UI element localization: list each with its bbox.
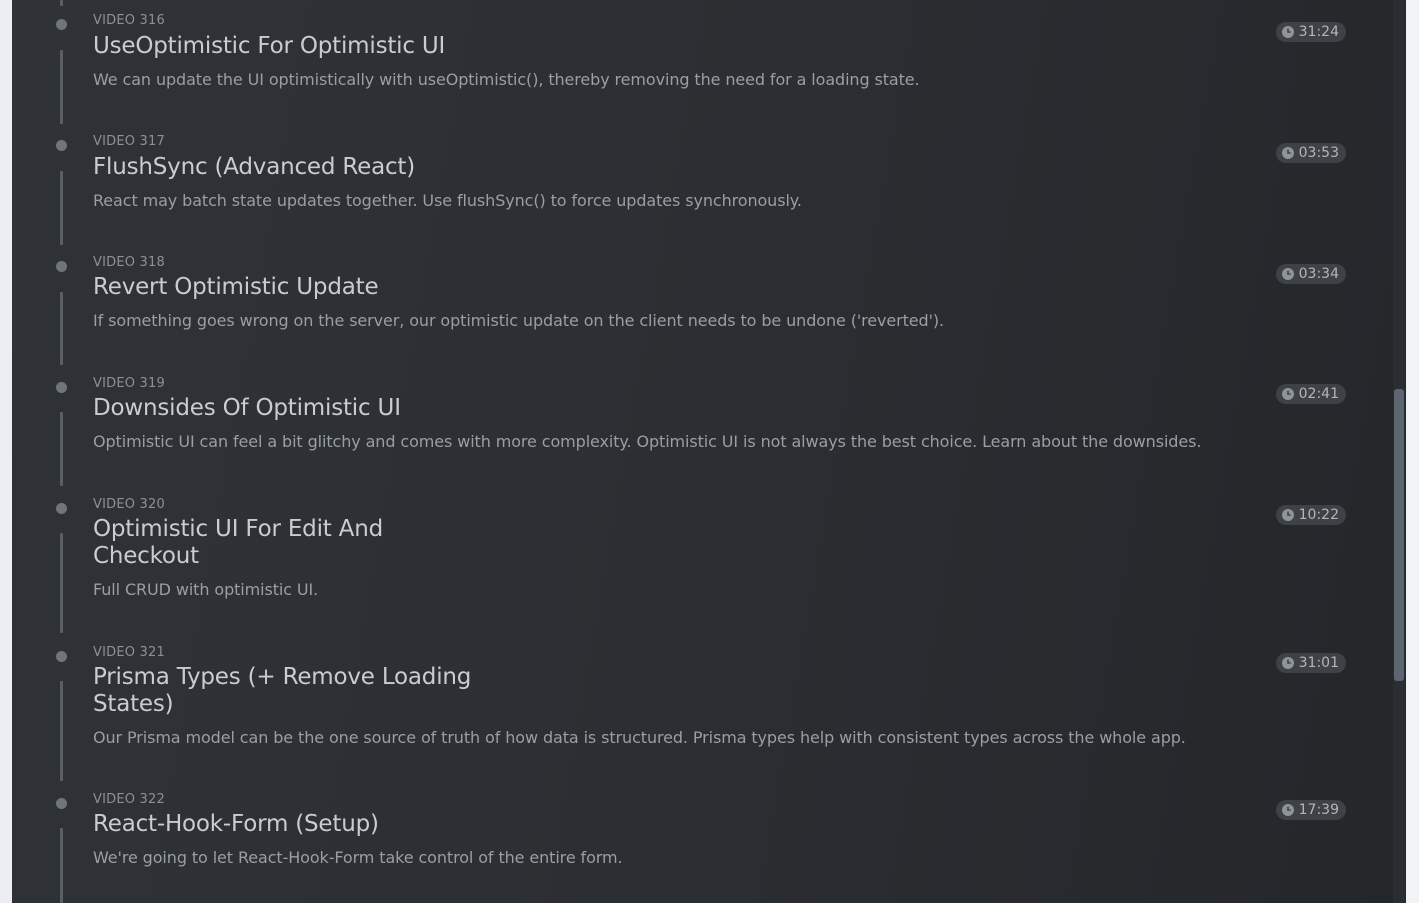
duration-text: 03:34	[1298, 266, 1339, 282]
video-number-label: VIDEO 319	[93, 376, 165, 391]
video-number-label: VIDEO 321	[93, 645, 165, 660]
clock-icon	[1281, 388, 1294, 400]
timeline-dot-icon	[56, 798, 67, 809]
timeline-dot-icon	[56, 261, 67, 272]
duration-badge: 03:53	[1275, 143, 1346, 163]
video-description: Our Prisma model can be the one source o…	[93, 728, 1186, 747]
page-edge	[1406, 0, 1419, 903]
duration-text: 10:22	[1298, 507, 1339, 523]
video-title[interactable]: Prisma Types (+ Remove Loading States)	[93, 664, 483, 718]
clock-icon	[1281, 147, 1294, 159]
video-description: We're going to let React-Hook-Form take …	[93, 848, 623, 867]
clock-icon	[1281, 509, 1294, 521]
video-number-label: VIDEO 320	[93, 497, 165, 512]
timeline-dot-icon	[56, 140, 67, 151]
duration-text: 31:01	[1298, 655, 1339, 671]
duration-badge: 17:39	[1275, 800, 1346, 820]
clock-icon	[1281, 657, 1294, 669]
video-item[interactable]: VIDEO 320 Optimistic UI For Edit And Che…	[12, 484, 1392, 634]
timeline-line	[60, 0, 63, 6]
duration-badge: 31:24	[1275, 22, 1346, 42]
timeline-line	[60, 681, 63, 781]
video-title[interactable]: UseOptimistic For Optimistic UI	[93, 33, 493, 60]
clock-icon	[1281, 268, 1294, 280]
video-item[interactable]: VIDEO 316 UseOptimistic For Optimistic U…	[12, 0, 1392, 125]
video-title[interactable]: Revert Optimistic Update	[93, 274, 493, 301]
video-title[interactable]: React-Hook-Form (Setup)	[93, 811, 493, 838]
timeline-line	[60, 292, 63, 365]
duration-badge: 31:01	[1275, 653, 1346, 673]
duration-text: 17:39	[1298, 802, 1339, 818]
video-number-label: VIDEO 322	[93, 792, 165, 807]
video-description: If something goes wrong on the server, o…	[93, 311, 945, 330]
video-item[interactable]: VIDEO 318 Revert Optimistic Update If so…	[12, 242, 1392, 367]
course-video-list: VIDEO 316 UseOptimistic For Optimistic U…	[12, 0, 1406, 903]
duration-text: 03:53	[1298, 145, 1339, 161]
video-description: React may batch state updates together. …	[93, 191, 802, 210]
timeline-line	[60, 533, 63, 633]
duration-badge: 03:34	[1275, 264, 1346, 284]
clock-icon	[1281, 26, 1294, 38]
video-description: Full CRUD with optimistic UI.	[93, 580, 319, 599]
scrollbar-thumb[interactable]	[1394, 389, 1404, 681]
timeline-line	[60, 828, 63, 903]
timeline-line	[60, 50, 63, 124]
video-number-label: VIDEO 316	[93, 13, 165, 28]
timeline-line	[60, 171, 63, 245]
timeline-dot-icon	[56, 19, 67, 30]
duration-badge: 10:22	[1275, 505, 1346, 525]
duration-text: 02:41	[1298, 386, 1339, 402]
video-item[interactable]: VIDEO 319 Downsides Of Optimistic UI Opt…	[12, 363, 1392, 488]
timeline-dot-icon	[56, 651, 67, 662]
video-item[interactable]: VIDEO 321 Prisma Types (+ Remove Loading…	[12, 632, 1392, 782]
video-title[interactable]: FlushSync (Advanced React)	[93, 154, 493, 181]
video-number-label: VIDEO 317	[93, 134, 165, 149]
video-description: We can update the UI optimistically with…	[93, 70, 920, 89]
video-item[interactable]: VIDEO 322 React-Hook-Form (Setup) We're …	[12, 780, 1392, 903]
video-description: Optimistic UI can feel a bit glitchy and…	[93, 432, 1202, 451]
video-number-label: VIDEO 318	[93, 255, 165, 270]
video-title[interactable]: Downsides Of Optimistic UI	[93, 395, 493, 422]
timeline-line	[60, 412, 63, 486]
video-item[interactable]: VIDEO 317 FlushSync (Advanced React) Rea…	[12, 121, 1392, 246]
duration-text: 31:24	[1298, 24, 1339, 40]
duration-badge: 02:41	[1275, 384, 1346, 404]
timeline-dot-icon	[56, 503, 67, 514]
clock-icon	[1281, 804, 1294, 816]
timeline-dot-icon	[56, 382, 67, 393]
video-title[interactable]: Optimistic UI For Edit And Checkout	[93, 516, 393, 570]
